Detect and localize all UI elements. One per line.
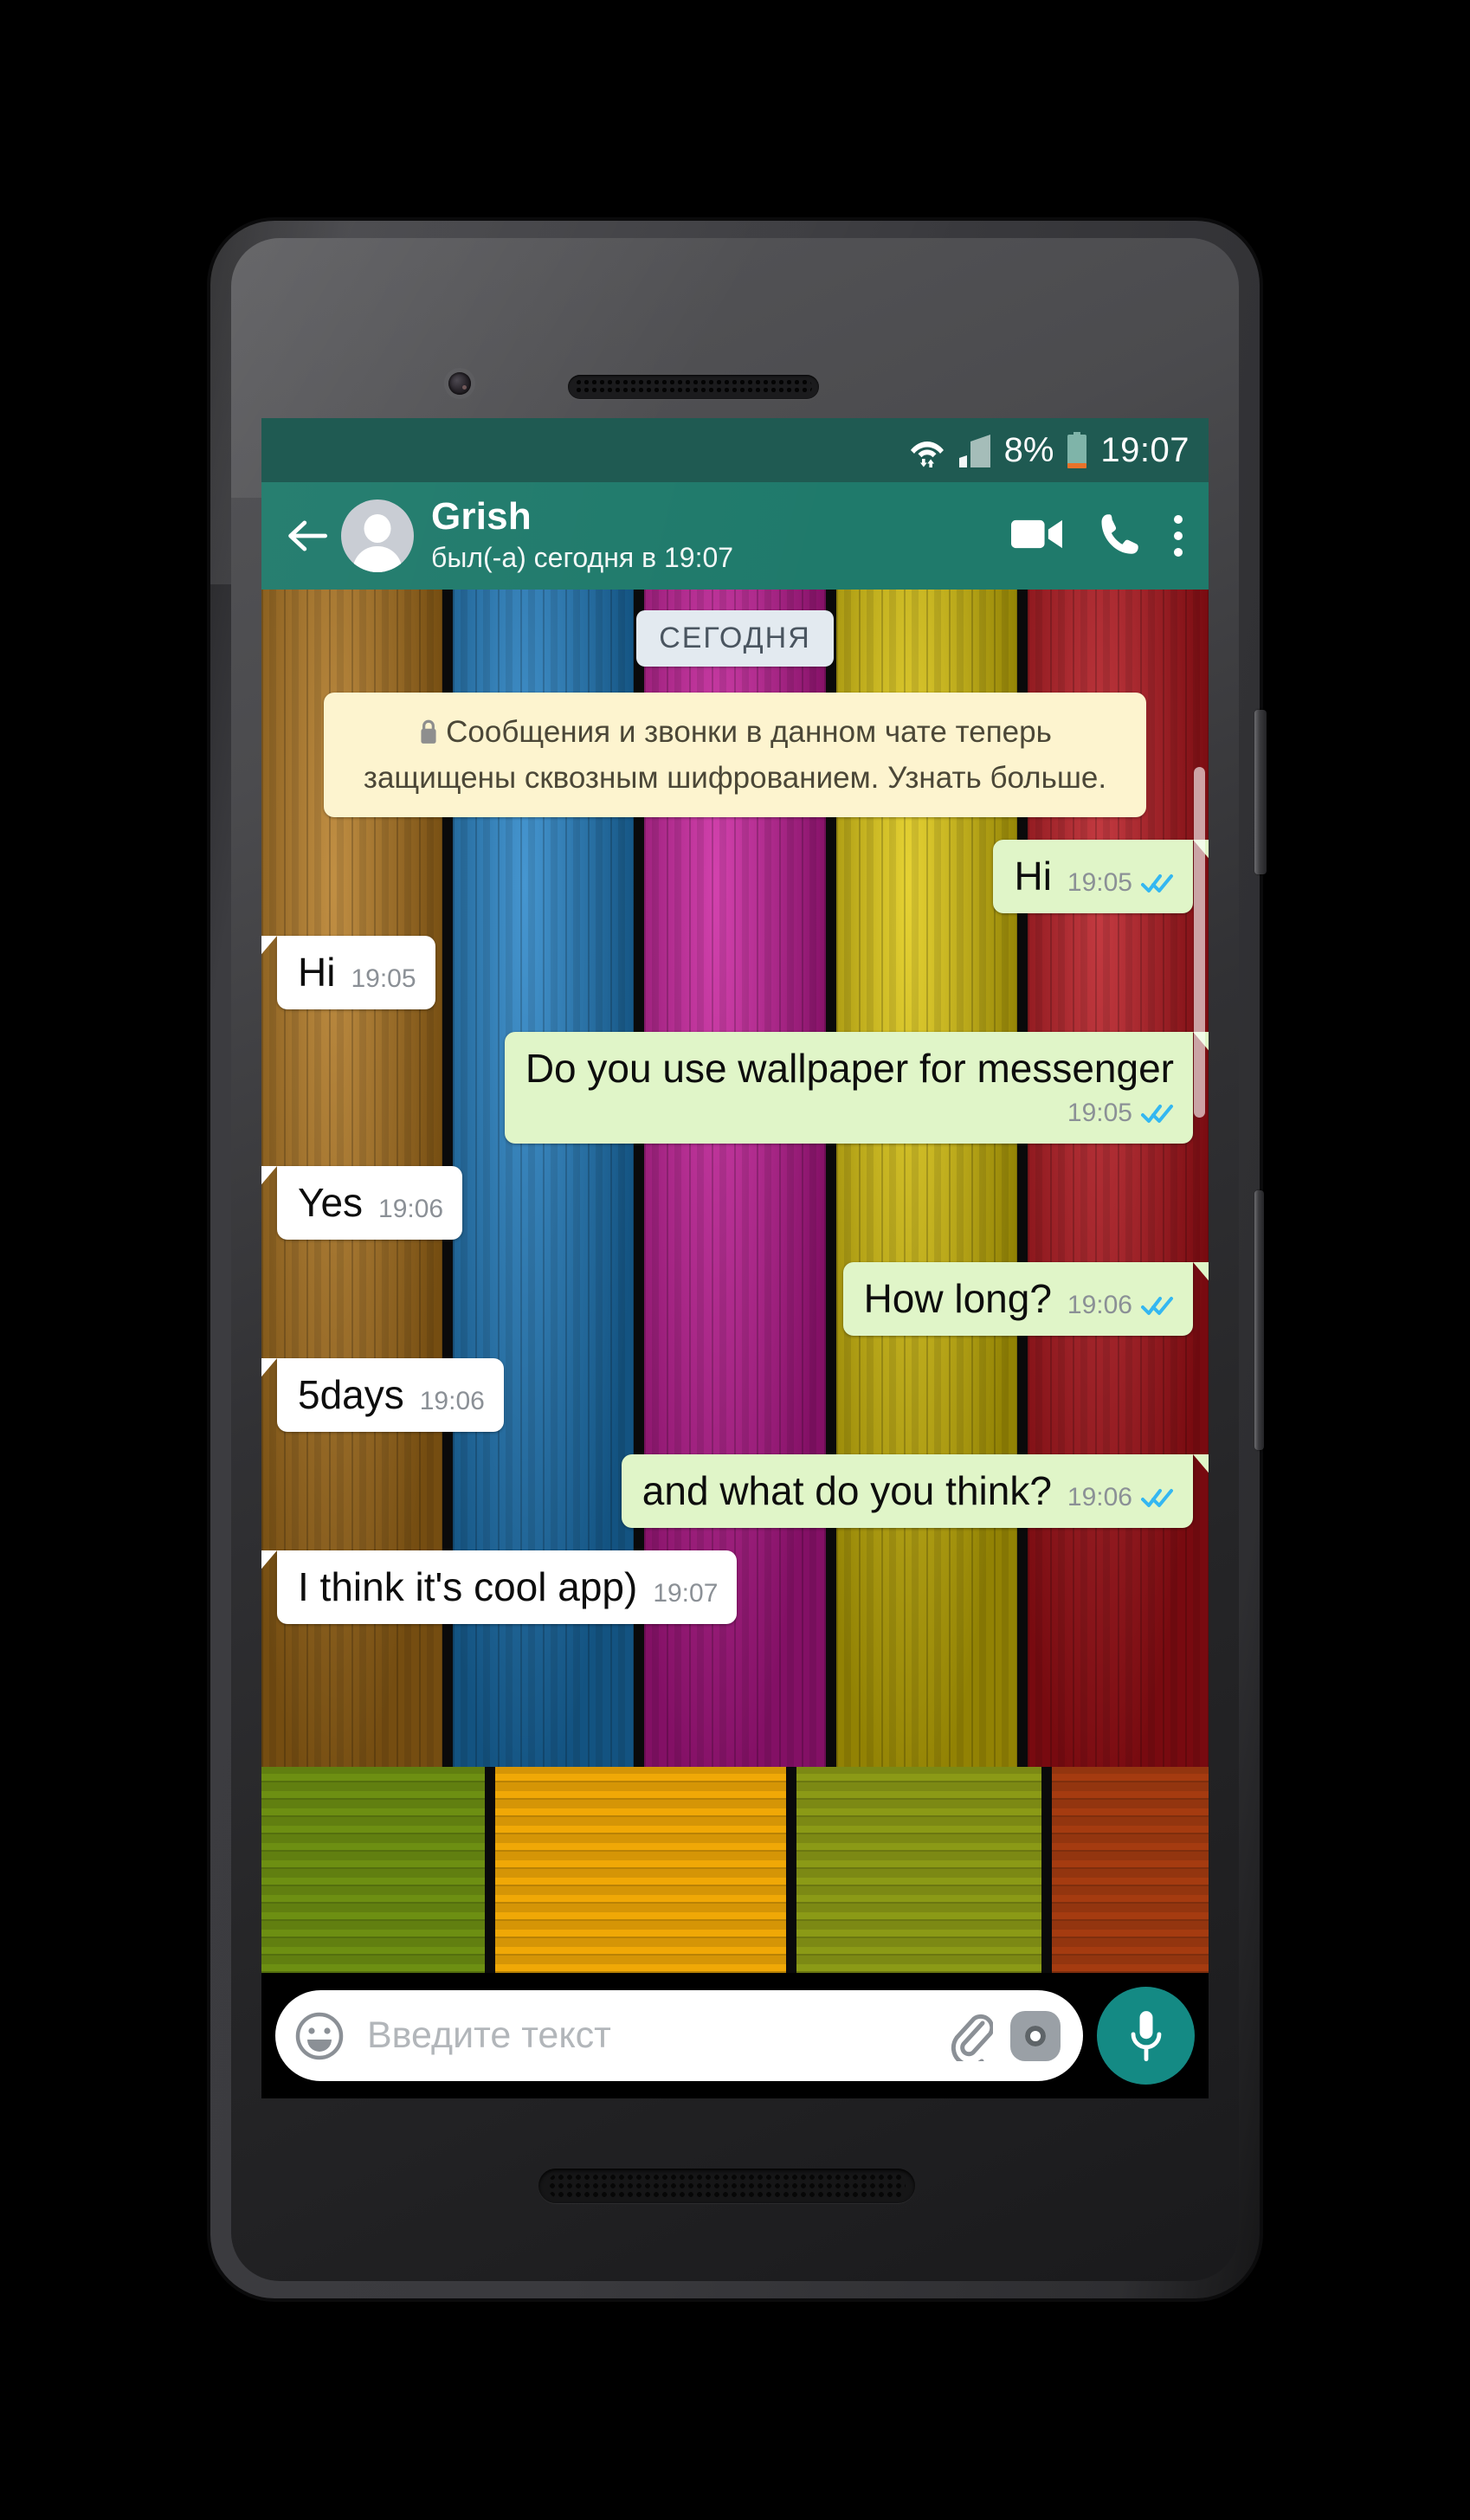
encryption-notice-text: Сообщения и звонки в данном чате теперь … xyxy=(363,715,1107,795)
message-meta: 19:05 xyxy=(351,966,416,996)
day-divider: СЕГОДНЯ xyxy=(636,610,834,667)
app-bar-actions xyxy=(1011,512,1195,561)
contact-header-text[interactable]: Grish был(-а) сегодня в 19:07 xyxy=(431,494,1011,575)
power-button[interactable] xyxy=(1254,710,1267,874)
message-composer[interactable]: Введите текст xyxy=(275,1990,1083,2081)
contact-avatar-icon[interactable] xyxy=(341,499,414,572)
cellular-signal-icon xyxy=(957,433,992,467)
back-arrow-icon[interactable] xyxy=(275,505,338,567)
message-time: 19:07 xyxy=(653,1578,719,1608)
message-text: Hi xyxy=(298,950,336,996)
messages-container: СЕГОДНЯ Сообщения и звонки в данном чате… xyxy=(261,590,1209,1973)
video-camera-icon[interactable] xyxy=(1011,516,1063,557)
message-text: I think it's cool app) xyxy=(298,1563,638,1609)
message-meta: 19:06 xyxy=(1067,1482,1174,1514)
message-text: 5days xyxy=(298,1371,404,1417)
message-row[interactable]: I think it's cool app) 19:07 xyxy=(261,1550,1193,1624)
phone-icon[interactable] xyxy=(1096,512,1141,561)
message-row[interactable]: and what do you think? 19:06 xyxy=(277,1453,1209,1528)
message-row[interactable]: Hi 19:05 xyxy=(277,840,1209,914)
message-time: 19:06 xyxy=(378,1194,444,1223)
paperclip-icon[interactable] xyxy=(948,2011,995,2067)
message-row[interactable]: Hi 19:05 xyxy=(261,936,1193,1010)
message-bubble-outgoing[interactable]: Hi 19:05 xyxy=(993,840,1209,914)
battery-percent-label: 8% xyxy=(1003,431,1054,469)
lock-icon xyxy=(418,713,439,757)
read-receipt-icon xyxy=(1141,872,1174,894)
message-meta: 19:05 xyxy=(1067,1100,1174,1130)
message-time: 19:05 xyxy=(1067,868,1132,898)
message-bubble-incoming[interactable]: Yes 19:06 xyxy=(261,1166,463,1240)
message-meta: 19:07 xyxy=(653,1578,719,1610)
message-time: 19:06 xyxy=(1067,1290,1132,1319)
phone-device: 8% 19:07 Grish был(-а) сегодня в 19:07 С… xyxy=(210,221,1267,2298)
contact-last-seen: был(-а) сегодня в 19:07 xyxy=(431,542,734,574)
message-time: 19:05 xyxy=(351,964,416,994)
more-vertical-icon[interactable] xyxy=(1174,515,1183,557)
message-text: and what do you think? xyxy=(642,1467,1052,1513)
volume-rocker-button[interactable] xyxy=(1254,1190,1264,1450)
message-row[interactable]: Yes 19:06 xyxy=(261,1166,1193,1240)
message-text: Do you use wallpaper for messenger xyxy=(525,1046,1174,1092)
message-time: 19:06 xyxy=(1067,1482,1132,1511)
bottom-speaker-grille xyxy=(538,2169,915,2203)
microphone-icon[interactable] xyxy=(1097,1987,1195,2085)
message-text: Yes xyxy=(298,1180,364,1226)
message-bubble-incoming[interactable]: I think it's cool app) 19:07 xyxy=(261,1550,738,1624)
phone-screen: 8% 19:07 Grish был(-а) сегодня в 19:07 С… xyxy=(261,418,1209,2098)
message-bubble-incoming[interactable]: 5days 19:06 xyxy=(261,1357,504,1432)
message-input-bar: Введите текст xyxy=(261,1973,1209,2098)
status-bar: 8% 19:07 xyxy=(261,418,1209,482)
message-text: How long? xyxy=(863,1275,1052,1321)
contact-name: Grish xyxy=(431,494,532,538)
earpiece-speaker xyxy=(568,375,819,399)
message-meta: 19:06 xyxy=(1067,1292,1174,1322)
message-bubble-incoming[interactable]: Hi 19:05 xyxy=(261,936,435,1010)
chat-scrollbar[interactable] xyxy=(1194,767,1205,1118)
camera-icon[interactable] xyxy=(1010,2010,1061,2061)
read-receipt-icon xyxy=(1141,1486,1174,1509)
message-bubble-outgoing[interactable]: How long? 19:06 xyxy=(842,1261,1209,1336)
message-meta: 19:05 xyxy=(1067,870,1174,899)
message-text: Hi xyxy=(1014,854,1052,899)
wifi-icon xyxy=(909,433,945,467)
message-bubble-outgoing[interactable]: Do you use wallpaper for messenger 19:05 xyxy=(504,1032,1209,1144)
message-row[interactable]: How long? 19:06 xyxy=(277,1261,1209,1336)
read-receipt-icon xyxy=(1141,1294,1174,1317)
smiley-icon[interactable] xyxy=(294,2011,345,2061)
chat-app-bar: Grish был(-а) сегодня в 19:07 xyxy=(261,482,1209,590)
message-input-placeholder[interactable]: Введите текст xyxy=(362,2017,931,2054)
chat-message-list[interactable]: СЕГОДНЯ Сообщения и звонки в данном чате… xyxy=(261,590,1209,1973)
message-time: 19:05 xyxy=(1067,1099,1132,1128)
message-meta: 19:06 xyxy=(419,1386,485,1418)
message-time: 19:06 xyxy=(419,1386,485,1415)
message-row[interactable]: Do you use wallpaper for messenger 19:05 xyxy=(277,1032,1209,1144)
encryption-notice[interactable]: Сообщения и звонки в данном чате теперь … xyxy=(324,693,1146,818)
message-bubble-outgoing[interactable]: and what do you think? 19:06 xyxy=(621,1453,1209,1528)
message-meta: 19:06 xyxy=(378,1196,443,1226)
status-bar-clock: 19:07 xyxy=(1100,431,1190,469)
front-camera-icon xyxy=(448,372,471,395)
message-row[interactable]: 5days 19:06 xyxy=(261,1357,1193,1432)
battery-low-icon xyxy=(1066,432,1088,468)
read-receipt-icon xyxy=(1141,1102,1174,1125)
